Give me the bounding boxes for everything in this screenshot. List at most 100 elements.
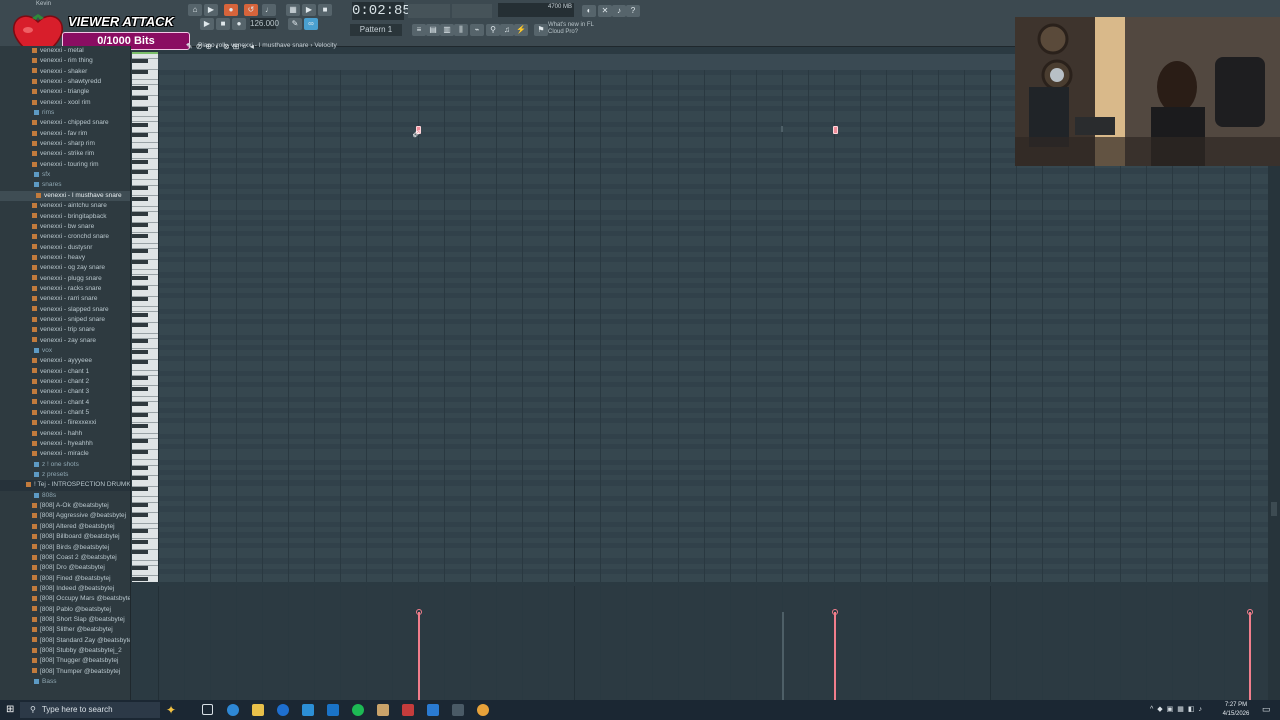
black-key[interactable] (132, 186, 148, 190)
main-volume[interactable] (408, 4, 450, 18)
browser-item[interactable]: [808] Pablo @beatsbytej (0, 605, 130, 615)
browser-item[interactable]: [808] Thumper @beatsbytej (0, 667, 130, 677)
mixer-icon[interactable]: ✕ (598, 5, 612, 17)
black-key[interactable] (132, 96, 148, 101)
channel-rack-icon[interactable]: ▥ (440, 24, 454, 36)
snap-icon[interactable]: ✎ (288, 18, 302, 30)
mic-icon[interactable]: ♪ (612, 5, 626, 17)
browser-item[interactable]: venexxi - ayyyeee (0, 356, 130, 366)
white-key[interactable] (132, 432, 158, 434)
browser-item[interactable]: [808] Indeed @beatsbytej (0, 584, 130, 594)
browser-item[interactable]: [808] Standard Zay @beatsbytej (0, 636, 130, 646)
edge-browser-icon[interactable] (227, 704, 239, 716)
main-pitch[interactable] (452, 4, 492, 18)
black-key[interactable] (132, 465, 148, 470)
black-key[interactable] (132, 423, 148, 428)
spotify-icon[interactable] (352, 704, 364, 716)
metronome-button[interactable]: ♩ (262, 4, 276, 16)
windows-start-icon[interactable]: ⊞ (6, 704, 17, 715)
browser-item[interactable]: venexxi - bw snare (0, 222, 130, 232)
system-tray[interactable]: ^◆▣▦◧♪ (1150, 705, 1214, 715)
black-key[interactable] (132, 312, 148, 317)
browser-item[interactable]: venexxi - chant 4 (0, 398, 130, 408)
browser-item[interactable]: venexxi - plugg snare (0, 274, 130, 284)
browser-item[interactable]: venexxi - strike rim (0, 149, 130, 159)
white-key[interactable] (132, 306, 158, 308)
velocity-bar[interactable] (418, 612, 420, 700)
browser-item[interactable]: venexxi - hyeahhh (0, 439, 130, 449)
tool-icon[interactable] (327, 704, 339, 716)
black-key[interactable] (132, 513, 148, 518)
browser-item[interactable]: venexxi - xool rim (0, 98, 130, 108)
browser-item[interactable]: [808] Fined @beatsbytej (0, 574, 130, 584)
black-key[interactable] (132, 386, 148, 391)
browser-item[interactable]: ! Tej - INTROSPECTION DRUMKIT (0, 480, 130, 491)
news-icon[interactable]: ⚑ (534, 24, 548, 36)
browser-folder[interactable]: rims (0, 108, 130, 118)
white-key[interactable] (132, 369, 158, 371)
stop-icon[interactable]: ■ (216, 18, 230, 30)
notification-icon[interactable]: ▭ (1262, 704, 1272, 716)
black-key[interactable] (132, 149, 148, 154)
black-key[interactable] (132, 413, 148, 418)
browser-item[interactable]: venexxi - chant 2 (0, 377, 130, 387)
black-key[interactable] (132, 550, 148, 555)
browser-folder[interactable]: Bass (0, 677, 130, 687)
taskbar-search[interactable]: ⚲ Type here to search (20, 702, 160, 718)
plugin-icon[interactable]: ⌁ (470, 24, 484, 36)
black-key[interactable] (132, 476, 148, 481)
black-key[interactable] (132, 566, 148, 571)
velocity-handle[interactable] (832, 609, 838, 615)
browser-item[interactable]: venexxi - hahh (0, 429, 130, 439)
browser-folder[interactable]: 808s (0, 491, 130, 501)
browser-folder[interactable]: sfx (0, 170, 130, 180)
browser-item[interactable]: venexxi - chipped snare (0, 118, 130, 128)
black-key[interactable] (132, 170, 148, 175)
browser-item[interactable]: venexxi - shawtyredd (0, 77, 130, 87)
browser-folder[interactable]: snares (0, 180, 130, 190)
photos-icon[interactable] (377, 704, 389, 716)
browser-item[interactable]: venexxi - metal (0, 46, 130, 56)
audio-icon[interactable]: ⚡ (514, 24, 528, 36)
browser-item[interactable]: venexxi - slapped snare (0, 305, 130, 315)
browser-item[interactable]: venexxi - heavy (0, 253, 130, 263)
white-key[interactable] (132, 459, 158, 461)
browser-folder[interactable]: z presets (0, 470, 130, 480)
browser-item[interactable]: venexxi - og zay snare (0, 263, 130, 273)
white-key[interactable] (132, 522, 158, 524)
white-key[interactable] (132, 332, 158, 334)
velocity-handle[interactable] (1247, 609, 1253, 615)
black-key[interactable] (132, 450, 148, 454)
menu-button[interactable]: ⌂ (188, 4, 202, 16)
record-icon[interactable]: ● (232, 18, 246, 30)
browser-item[interactable]: venexxi - triangle (0, 87, 130, 97)
browser-folder[interactable]: z ! one shots (0, 460, 130, 470)
black-key[interactable] (132, 376, 148, 381)
browser-item[interactable]: venexxi - touring rim (0, 160, 130, 170)
white-key[interactable] (132, 395, 158, 397)
white-key[interactable] (132, 179, 158, 181)
black-key[interactable] (132, 286, 148, 291)
piano-roll-icon[interactable]: ▤ (426, 24, 440, 36)
browser-item[interactable]: [808] Stubby @beatsbytej_2 (0, 646, 130, 656)
white-key[interactable] (132, 116, 158, 118)
white-key[interactable] (132, 269, 158, 271)
browser-item[interactable]: [808] Birds @beatsbytej (0, 543, 130, 553)
piano-keyboard[interactable] (132, 54, 158, 582)
browser-icon[interactable]: ⚲ (486, 24, 500, 36)
obs-icon[interactable] (402, 704, 414, 716)
news-panel[interactable]: What's new in FL Cloud Pro? (548, 22, 618, 38)
browser-item[interactable]: [808] Slither @beatsbytej (0, 625, 130, 635)
black-key[interactable] (132, 349, 148, 354)
pattern-selector[interactable]: Pattern 1 (350, 24, 402, 36)
stop-button[interactable]: ■ (318, 4, 332, 16)
browser-item[interactable]: venexxi - zay snare (0, 336, 130, 346)
playlist-icon[interactable]: ≡ (412, 24, 426, 36)
tempo-display[interactable]: 126.000 (250, 18, 279, 29)
cpu-icon[interactable]: ◐ (582, 5, 596, 17)
mail-icon[interactable] (277, 704, 289, 716)
fl-studio-icon[interactable] (477, 704, 489, 716)
browser-item[interactable]: venexxi - aintchu snare (0, 201, 130, 211)
velocity-handle[interactable] (416, 609, 422, 615)
browser-item[interactable]: venexxi - chant 3 (0, 387, 130, 397)
